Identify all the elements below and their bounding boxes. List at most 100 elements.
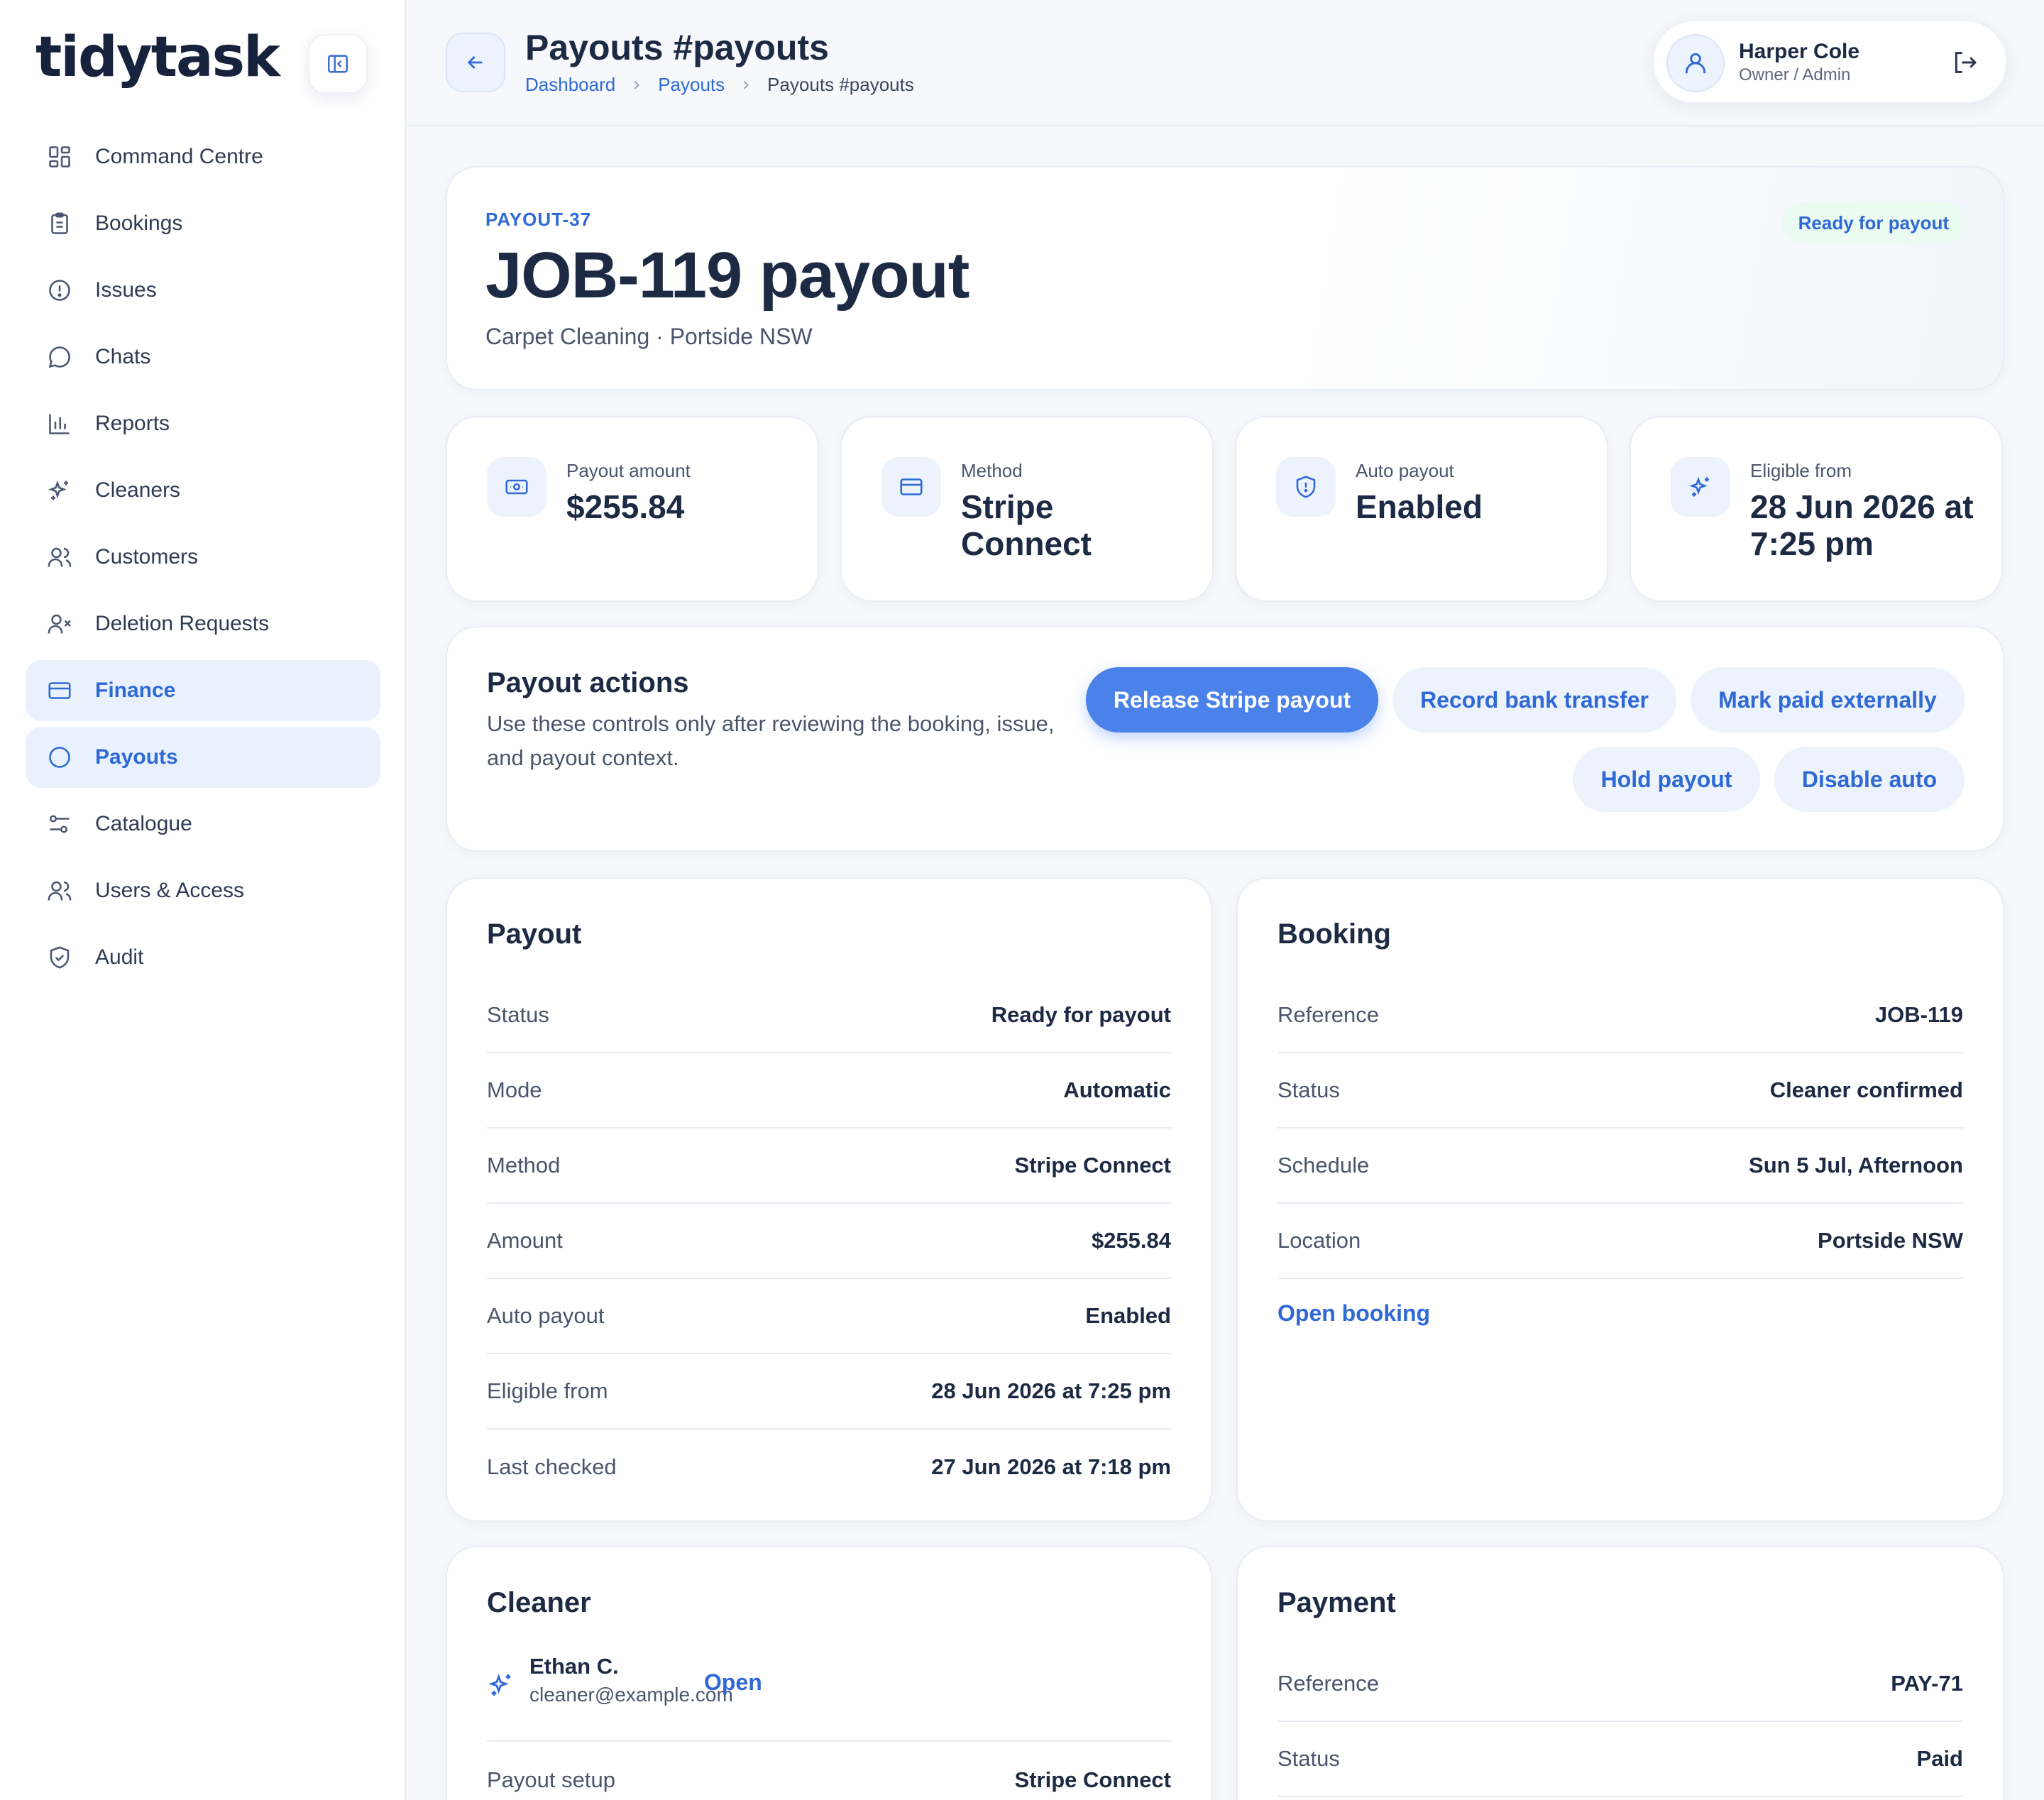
cleaner-summary: Ethan C. cleaner@example.com Open — [487, 1654, 1171, 1742]
record-bank-transfer-button[interactable]: Record bank transfer — [1392, 667, 1676, 732]
sparkles-icon — [45, 476, 74, 505]
sidebar-item-catalogue[interactable]: Catalogue — [26, 794, 380, 855]
sidebar-item-label: Issues — [95, 278, 157, 302]
avatar — [1666, 34, 1725, 92]
disable-auto-button[interactable]: Disable auto — [1774, 747, 1965, 812]
sliders-icon — [45, 810, 74, 838]
breadcrumb-payouts[interactable]: Payouts — [658, 74, 725, 96]
stat-card-method: Method Stripe Connect — [840, 416, 1214, 602]
detail-value: Paid — [1916, 1746, 1963, 1771]
detail-row: Location Portside NSW — [1278, 1204, 1963, 1279]
stat-card-auto-payout: Auto payout Enabled — [1235, 416, 1608, 602]
arrow-left-icon — [467, 56, 483, 69]
detail-value: 27 Jun 2026 at 7:18 pm — [931, 1454, 1171, 1479]
user-role: Owner / Admin — [1739, 65, 1851, 84]
sidebar-item-label: Finance — [95, 679, 176, 702]
logout-button[interactable] — [1950, 48, 1982, 79]
user-name: Harper Cole — [1739, 40, 1860, 63]
top-bar: Payouts #payouts Dashboard Payouts Payou… — [407, 0, 2044, 126]
open-cleaner-link[interactable]: Open — [704, 1669, 762, 1696]
detail-label: Last checked — [487, 1454, 617, 1479]
sidebar-item-deletion-requests[interactable]: Deletion Requests — [26, 593, 380, 654]
sidebar-item-chats[interactable]: Chats — [26, 326, 380, 388]
detail-label: Amount — [487, 1228, 563, 1253]
section-title: Payment — [1278, 1587, 1396, 1618]
breadcrumb-dashboard[interactable]: Dashboard — [525, 74, 615, 96]
detail-label: Auto payout — [487, 1303, 605, 1328]
detail-value: PAY-71 — [1891, 1671, 1963, 1696]
detail-label: Schedule — [1278, 1153, 1370, 1178]
stat-label: Method — [961, 460, 1023, 481]
detail-row: Mode Automatic — [487, 1053, 1171, 1129]
sidebar-item-customers[interactable]: Customers — [26, 527, 380, 588]
sidebar-item-bookings[interactable]: Bookings — [26, 193, 380, 254]
sidebar-item-users-access[interactable]: Users & Access — [26, 860, 380, 921]
sidebar-item-label: Cleaners — [95, 478, 181, 502]
detail-label: Reference — [1278, 1671, 1380, 1696]
sidebar-item-audit[interactable]: Audit — [26, 927, 380, 988]
back-button[interactable] — [446, 33, 505, 92]
hold-payout-button[interactable]: Hold payout — [1573, 747, 1760, 812]
stat-value: Enabled — [1356, 488, 1483, 525]
detail-label: Reference — [1278, 1002, 1380, 1027]
sidebar-item-cleaners[interactable]: Cleaners — [26, 460, 380, 521]
detail-label: Payout setup — [487, 1767, 615, 1792]
section-title: Payout actions — [487, 667, 689, 698]
payout-details-list: Status Ready for payout Mode Automatic Met… — [487, 978, 1171, 1505]
detail-value: Stripe Connect — [1014, 1767, 1171, 1792]
payout-subtitle: Carpet Cleaning · Portside NSW — [485, 324, 813, 349]
detail-row: Method Stripe Connect — [487, 1129, 1171, 1204]
sidebar-item-label: Chats — [95, 345, 151, 368]
booking-details-list: Reference JOB-119 Status Cleaner confirmed… — [1278, 978, 1963, 1327]
chevron-right-icon — [739, 78, 753, 92]
sidebar-item-label: Payouts — [95, 745, 178, 769]
sidebar-item-label: Deletion Requests — [95, 612, 270, 635]
release-stripe-payout-button[interactable]: Release Stripe payout — [1086, 667, 1378, 732]
detail-row: Reference JOB-119 — [1278, 978, 1963, 1053]
sidebar-item-issues[interactable]: Issues — [26, 260, 380, 321]
detail-label: Eligible from — [487, 1378, 608, 1403]
section-description: Use these controls only after reviewing … — [487, 711, 1055, 770]
sidebar-nav: Command Centre Bookings Issues Chats Rep… — [26, 126, 380, 994]
detail-row: Reference PAY-71 — [1278, 1647, 1963, 1722]
circle-icon — [45, 743, 74, 772]
sidebar: tidytask Command Centre Bookings Issues … — [0, 0, 406, 1800]
credit-card-icon — [45, 676, 74, 705]
detail-row: Status Ready for payout — [487, 978, 1171, 1053]
sidebar-item-finance[interactable]: Finance — [26, 660, 380, 721]
sidebar-item-reports[interactable]: Reports — [26, 393, 380, 454]
user-menu[interactable]: Harper Cole Owner / Admin — [1652, 20, 2007, 104]
mark-paid-externally-button[interactable]: Mark paid externally — [1691, 667, 1965, 732]
app-logo[interactable]: tidytask — [35, 26, 280, 89]
stat-label: Payout amount — [566, 460, 691, 481]
stat-value: $255.84 — [566, 488, 685, 525]
user-icon — [1685, 53, 1706, 74]
clipboard-icon — [45, 209, 74, 238]
detail-label: Status — [1278, 1746, 1340, 1771]
detail-row: Schedule Sun 5 Jul, Afternoon — [1278, 1129, 1963, 1204]
sidebar-item-payouts[interactable]: Payouts — [26, 727, 380, 788]
collapse-sidebar-button[interactable] — [308, 34, 368, 94]
open-booking-link[interactable]: Open booking — [1278, 1300, 1430, 1326]
sidebar-item-label: Customers — [95, 545, 199, 569]
detail-value: Sun 5 Jul, Afternoon — [1749, 1153, 1963, 1178]
cleaner-email: cleaner@example.com — [529, 1684, 733, 1706]
sidebar-item-label: Audit — [95, 945, 144, 969]
users-icon — [45, 877, 74, 905]
chevron-right-icon — [630, 78, 644, 92]
detail-value: $255.84 — [1091, 1228, 1171, 1253]
detail-value: Stripe Connect — [1014, 1153, 1171, 1178]
payout-hero-card: PAYOUT-37 JOB-119 payout Carpet Cleaning… — [446, 166, 2004, 390]
section-title: Payout — [487, 918, 582, 950]
payout-actions-card: Payout actions Use these controls only a… — [446, 626, 2004, 852]
breadcrumb-current: Payouts #payouts — [767, 74, 914, 95]
detail-value: Ready for payout — [991, 1002, 1171, 1027]
detail-label: Status — [487, 1002, 549, 1027]
shield-alert-icon — [1276, 457, 1336, 517]
payout-id: PAYOUT-37 — [485, 209, 592, 230]
sidebar-item-command-centre[interactable]: Command Centre — [26, 126, 380, 187]
payment-details-list: Reference PAY-71 Status Paid — [1278, 1647, 1963, 1797]
chat-bubble-icon — [45, 343, 74, 371]
detail-label: Method — [487, 1153, 561, 1178]
bar-chart-icon — [45, 410, 74, 438]
